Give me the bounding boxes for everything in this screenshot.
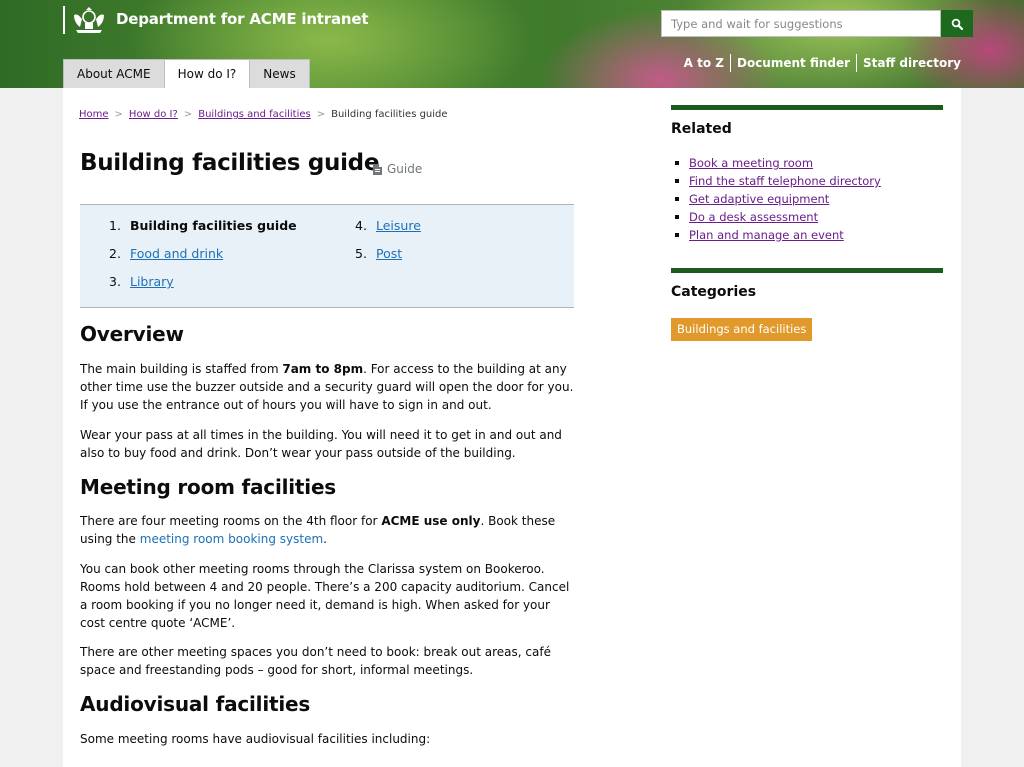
audiovisual-heading: Audiovisual facilities bbox=[80, 692, 311, 716]
contents-list-right: 4. Leisure 5. Post bbox=[355, 215, 421, 271]
bullet bbox=[675, 178, 679, 183]
document-finder-link[interactable]: Document finder bbox=[731, 56, 856, 70]
breadcrumb-separator: > bbox=[183, 109, 193, 120]
related-item: Do a desk assessment bbox=[671, 208, 881, 226]
site-title[interactable]: Department for ACME intranet bbox=[116, 10, 369, 28]
contents-number: 4. bbox=[355, 218, 367, 233]
contents-link-leisure[interactable]: Leisure bbox=[376, 218, 421, 233]
staffed-hours: 7am to 8pm bbox=[282, 362, 364, 376]
a-to-z-link[interactable]: A to Z bbox=[678, 56, 730, 70]
meeting-paragraph-1: There are four meeting rooms on the 4th … bbox=[80, 512, 576, 548]
header-divider bbox=[63, 6, 65, 34]
contents-item: 4. Leisure bbox=[355, 215, 421, 243]
related-heading: Related bbox=[671, 121, 732, 137]
staff-directory-link[interactable]: Staff directory bbox=[857, 56, 961, 70]
breadcrumb-home[interactable]: Home bbox=[79, 109, 109, 120]
main-nav-tabs: About ACME How do I? News bbox=[63, 59, 310, 88]
breadcrumb-current: Building facilities guide bbox=[331, 109, 448, 120]
related-link-telephone-directory[interactable]: Find the staff telephone directory bbox=[689, 174, 881, 188]
audiovisual-paragraph-1: Some meeting rooms have audiovisual faci… bbox=[80, 732, 431, 746]
related-item: Find the staff telephone directory bbox=[671, 172, 881, 190]
contents-number: 3. bbox=[109, 274, 121, 289]
search-icon bbox=[951, 18, 963, 30]
meeting-paragraph-2: You can book other meeting rooms through… bbox=[80, 562, 570, 630]
related-link-plan-event[interactable]: Plan and manage an event bbox=[689, 228, 844, 242]
crest-icon[interactable] bbox=[70, 5, 108, 35]
search-bar bbox=[661, 10, 973, 37]
text-run: There are four meeting rooms on the 4th … bbox=[80, 514, 382, 528]
contents-list-left: 1. Building facilities guide 2. Food and… bbox=[109, 215, 297, 299]
tab-how-do-i[interactable]: How do I? bbox=[163, 59, 251, 88]
bullet bbox=[675, 196, 679, 201]
related-link-book-meeting-room[interactable]: Book a meeting room bbox=[689, 156, 813, 170]
meeting-paragraph-3: There are other meeting spaces you don’t… bbox=[80, 645, 551, 677]
contents-number: 2. bbox=[109, 246, 121, 261]
categories-heading: Categories bbox=[671, 284, 757, 300]
contents-item: 5. Post bbox=[355, 243, 421, 271]
tab-about-acme[interactable]: About ACME bbox=[63, 59, 165, 88]
contents-item: 2. Food and drink bbox=[109, 243, 297, 271]
text-run: The main building is staffed from bbox=[80, 362, 283, 376]
categories-rule bbox=[671, 268, 943, 273]
contents-box: 1. Building facilities guide 2. Food and… bbox=[80, 204, 574, 308]
header-links: A to Z Document finder Staff directory bbox=[678, 54, 961, 72]
bullet bbox=[675, 214, 679, 219]
document-icon bbox=[373, 163, 382, 175]
site-header: Department for ACME intranet About ACME … bbox=[0, 0, 1024, 88]
overview-heading: Overview bbox=[80, 322, 184, 346]
related-link-desk-assessment[interactable]: Do a desk assessment bbox=[689, 210, 818, 224]
text-run: . bbox=[323, 532, 327, 546]
related-links: Book a meeting room Find the staff telep… bbox=[671, 154, 881, 244]
bullet bbox=[675, 232, 679, 237]
contents-item: 1. Building facilities guide bbox=[109, 215, 297, 243]
contents-number: 5. bbox=[355, 246, 367, 261]
contents-link-library[interactable]: Library bbox=[130, 274, 174, 289]
doc-type-label: Guide bbox=[372, 162, 422, 176]
breadcrumb-buildings[interactable]: Buildings and facilities bbox=[198, 109, 311, 120]
breadcrumb: Home > How do I? > Buildings and facilit… bbox=[79, 109, 448, 120]
tab-news[interactable]: News bbox=[249, 59, 310, 88]
contents-item: 3. Library bbox=[109, 271, 297, 299]
contents-current-label: Building facilities guide bbox=[129, 218, 297, 233]
contents-link-food-and-drink[interactable]: Food and drink bbox=[130, 246, 223, 261]
contents-number: 1. bbox=[109, 218, 121, 233]
search-input[interactable] bbox=[661, 10, 941, 37]
breadcrumb-separator: > bbox=[114, 109, 123, 120]
related-item: Get adaptive equipment bbox=[671, 190, 881, 208]
breadcrumb-separator: > bbox=[316, 109, 326, 120]
contents-link-post[interactable]: Post bbox=[376, 246, 402, 261]
bullet bbox=[675, 160, 679, 165]
category-tag-buildings[interactable]: Buildings and facilities bbox=[671, 318, 813, 341]
meeting-room-booking-link[interactable]: meeting room booking system bbox=[140, 532, 323, 546]
related-item: Book a meeting room bbox=[671, 154, 881, 172]
doc-type-text: Guide bbox=[387, 162, 423, 176]
meeting-room-heading: Meeting room facilities bbox=[80, 475, 337, 499]
search-button[interactable] bbox=[941, 10, 973, 37]
related-link-adaptive-equipment[interactable]: Get adaptive equipment bbox=[689, 192, 829, 206]
page-title: Building facilities guide bbox=[80, 150, 380, 176]
overview-paragraph-1: The main building is staffed from 7am to… bbox=[80, 360, 576, 414]
main-content: Home > How do I? > Buildings and facilit… bbox=[63, 88, 961, 767]
acme-use-only: ACME use only bbox=[381, 514, 481, 528]
overview-paragraph-2: Wear your pass at all times in the build… bbox=[80, 428, 562, 460]
related-rule bbox=[671, 105, 943, 110]
related-item: Plan and manage an event bbox=[671, 226, 881, 244]
breadcrumb-how-do-i[interactable]: How do I? bbox=[129, 109, 178, 120]
